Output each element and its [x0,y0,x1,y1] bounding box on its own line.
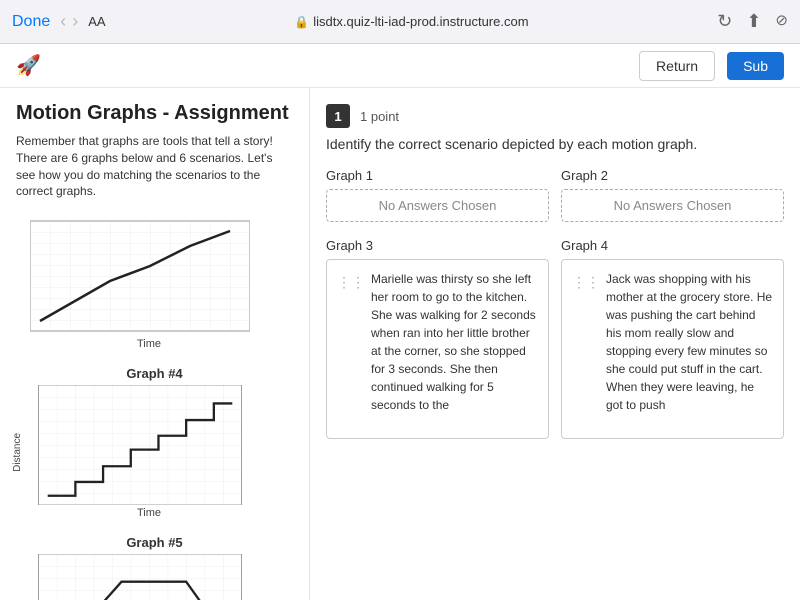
graph-5-label: Graph #5 [12,535,297,550]
left-panel: Motion Graphs - Assignment Remember that… [0,88,310,600]
graph3-scenario-label: Graph 3 [326,238,549,253]
graph1-label: Graph 1 [326,168,549,183]
question-points: 1 point [360,109,399,124]
toolbar: 🚀 Return Sub [0,44,800,88]
nav-buttons: ‹ › [60,11,78,32]
graph3-scenario-card[interactable]: ⋮⋮ Marielle was thirsty so she left her … [326,259,549,439]
share-icon[interactable]: ⬆ [746,11,761,32]
graph3-scenario-text: Marielle was thirsty so she left her roo… [371,270,538,414]
url-bar[interactable]: 🔒 lisdtx.quiz-lti-iad-prod.instructure.c… [116,14,708,29]
graph4-scenario-text: Jack was shopping with his mother at the… [606,270,773,414]
graph-5-container: Graph #5 Position Time [0,531,309,600]
graph-1-svg [30,216,250,336]
lock-icon: 🔒 [294,15,309,29]
graph-4-svg [30,385,250,505]
graph2-label: Graph 2 [561,168,784,183]
graph-4-container: Graph #4 Distance Time [0,362,309,523]
graph2-select[interactable]: No Answers Chosen [561,189,784,222]
graph2-dropdown-group: Graph 2 No Answers Chosen [561,168,784,222]
graph1-dropdown-group: Graph 1 No Answers Chosen [326,168,549,222]
page-description: Remember that graphs are tools that tell… [0,133,309,212]
url-text: lisdtx.quiz-lti-iad-prod.instructure.com [313,14,528,29]
dropdowns-grid: Graph 1 No Answers Chosen Graph 2 No Ans… [326,168,784,222]
graph4-scenario-group: Graph 4 ⋮⋮ Jack was shopping with his mo… [561,238,784,439]
back-button[interactable]: ‹ [60,11,66,32]
drag-handle-4[interactable]: ⋮⋮ [572,272,600,292]
submit-button[interactable]: Sub [727,52,784,80]
graph3-scenario-group: Graph 3 ⋮⋮ Marielle was thirsty so she l… [326,238,549,439]
text-size-button[interactable]: AA [88,14,105,29]
graph-4-label: Graph #4 [12,366,297,381]
graph4-scenario-card[interactable]: ⋮⋮ Jack was shopping with his mother at … [561,259,784,439]
return-button[interactable]: Return [639,51,715,81]
main-content: Motion Graphs - Assignment Remember that… [0,88,800,600]
graph1-select[interactable]: No Answers Chosen [326,189,549,222]
graph-4-x-label: Time [48,507,250,519]
page-title: Motion Graphs - Assignment [0,98,309,133]
graph-5-wrapper: Position Time [12,554,297,600]
done-button[interactable]: Done [12,13,50,31]
graph-1-container: Time [0,212,309,354]
question-text: Identify the correct scenario depicted b… [326,136,784,152]
more-icon[interactable]: ⊘ [775,11,788,32]
forward-button[interactable]: › [72,11,78,32]
graph-4-y-label: Distance [12,433,26,472]
rocket-icon: 🚀 [16,53,41,78]
browser-actions: ↻ ⬆ ⊘ [717,11,788,32]
drag-handle-3[interactable]: ⋮⋮ [337,272,365,292]
graph4-scenario-label: Graph 4 [561,238,784,253]
graph-1-wrapper: Time [12,216,297,350]
graph-1-x-label: Time [48,338,250,350]
scenario-cards-grid: Graph 3 ⋮⋮ Marielle was thirsty so she l… [326,238,784,439]
graph-4-wrapper: Distance Time [12,385,297,519]
browser-bar: Done ‹ › AA 🔒 lisdtx.quiz-lti-iad-prod.i… [0,0,800,44]
question-header: 1 1 point [326,104,784,128]
right-panel: 1 1 point Identify the correct scenario … [310,88,800,600]
refresh-icon[interactable]: ↻ [717,11,732,32]
question-number: 1 [326,104,350,128]
graph-5-svg [30,554,250,600]
